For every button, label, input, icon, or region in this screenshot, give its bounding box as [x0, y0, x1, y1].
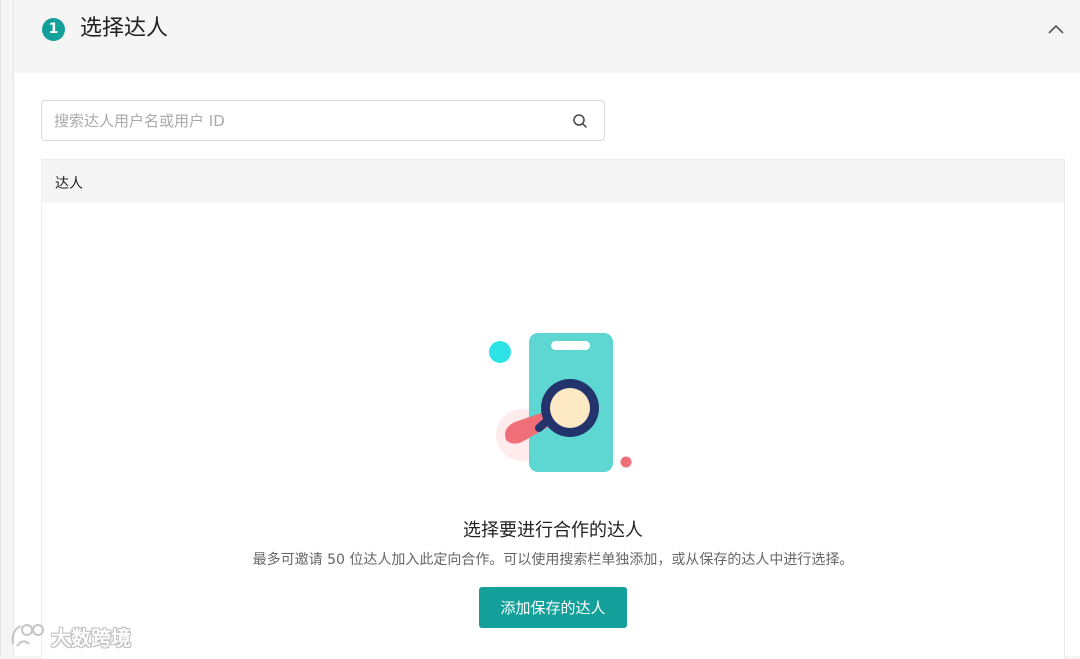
step-badge: 1	[42, 18, 65, 41]
search-icon[interactable]	[571, 112, 589, 130]
empty-state-description: 最多可邀请 50 位达人加入此定向合作。可以使用搜索栏单独添加，或从保存的达人中…	[252, 552, 854, 568]
creator-table: 达人 选择要进行合作的达人 最多可邀请 50 位达人加入此定向合作。可以使用搜索…	[41, 159, 1065, 659]
panel-title: 选择达人	[80, 16, 169, 41]
panel-header[interactable]: 1 选择达人	[14, 0, 1080, 73]
page: 1 选择达人 达人	[0, 0, 1080, 659]
select-creator-panel: 1 选择达人 达人	[13, 0, 1080, 659]
search-input[interactable]	[54, 101, 554, 140]
column-header-creator: 达人	[55, 176, 83, 192]
search-field[interactable]	[41, 100, 605, 141]
chevron-up-icon[interactable]	[1044, 18, 1068, 42]
empty-state-title: 选择要进行合作的达人	[463, 520, 643, 541]
empty-state-illustration	[482, 328, 632, 478]
add-saved-creators-button[interactable]: 添加保存的达人	[479, 587, 627, 628]
table-header: 达人	[42, 160, 1064, 203]
watermark-icon	[11, 624, 44, 647]
watermark-text: 大数跨境	[51, 626, 131, 650]
watermark-logo: 大数跨境	[9, 620, 149, 650]
